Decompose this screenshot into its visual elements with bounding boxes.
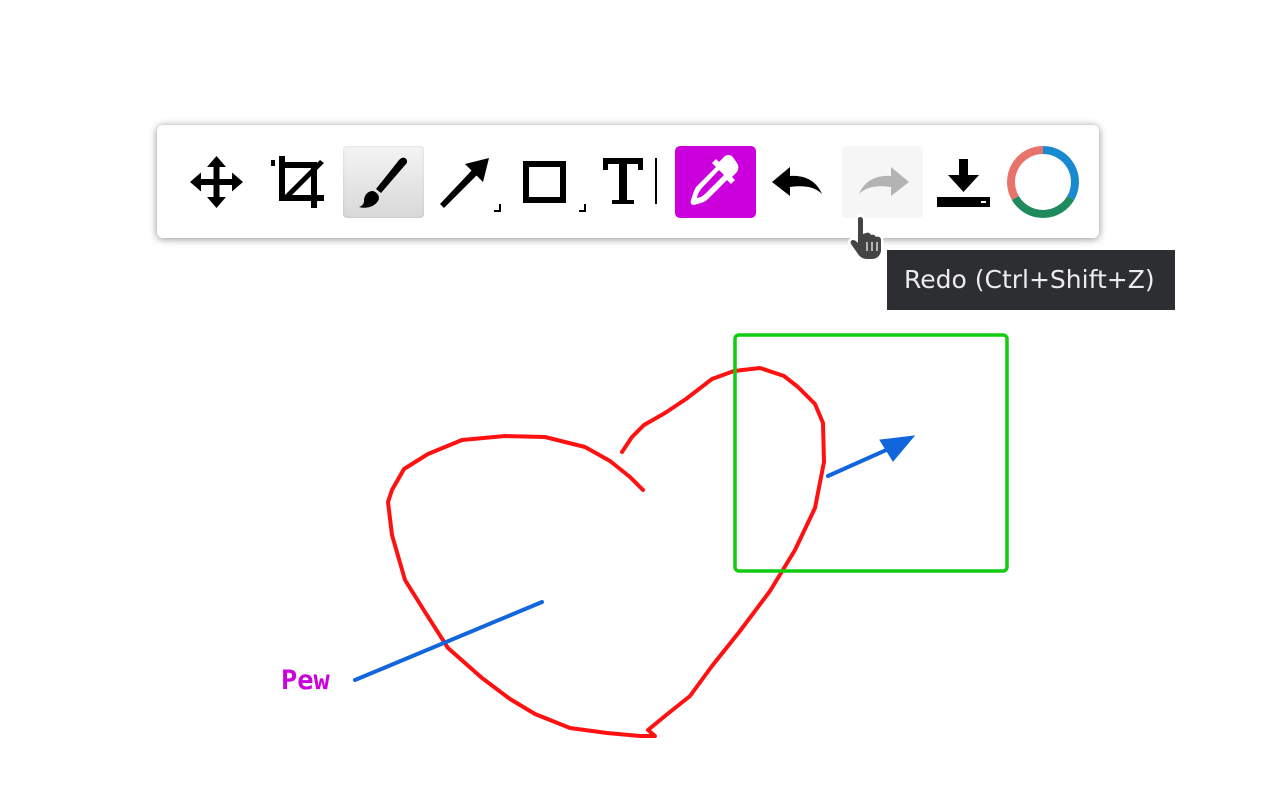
toolbar — [157, 125, 1099, 238]
canvas-text-annotation[interactable]: Pew — [281, 663, 330, 699]
rectangle-icon — [523, 161, 586, 212]
arrow-shape-upper[interactable] — [826, 435, 916, 478]
download-icon — [937, 159, 990, 207]
move-tool-button[interactable] — [176, 146, 257, 218]
brush-tool-button[interactable] — [343, 146, 424, 218]
color-wheel-icon — [1007, 146, 1079, 218]
arrow-tool-button[interactable] — [427, 146, 508, 218]
brush-icon — [359, 157, 408, 208]
rectangle-tool-button[interactable] — [510, 146, 591, 218]
drawing-canvas[interactable] — [0, 0, 1280, 800]
move-icon — [190, 156, 243, 208]
eyedropper-icon — [690, 154, 739, 205]
save-button[interactable] — [923, 146, 1004, 218]
text-icon — [603, 158, 657, 204]
redo-tooltip: Redo (Ctrl+Shift+Z) — [887, 250, 1175, 310]
color-picker-button[interactable] — [675, 146, 756, 218]
crop-icon — [271, 156, 324, 208]
undo-button[interactable] — [758, 146, 839, 218]
color-wheel-button[interactable] — [1003, 146, 1084, 218]
text-tool-button[interactable] — [594, 146, 675, 218]
crop-tool-button[interactable] — [260, 146, 341, 218]
redo-icon — [859, 167, 909, 196]
heart-stroke[interactable] — [386, 366, 826, 738]
rectangle-shape[interactable] — [733, 333, 1009, 573]
redo-button[interactable] — [842, 146, 923, 218]
line-shape-lower[interactable] — [353, 600, 544, 682]
undo-icon — [772, 167, 822, 196]
arrow-icon — [440, 158, 501, 212]
hand-cursor-icon — [848, 214, 884, 262]
editor-stage: Pew Redo (Ctrl+Shift+Z) — [0, 0, 1280, 800]
